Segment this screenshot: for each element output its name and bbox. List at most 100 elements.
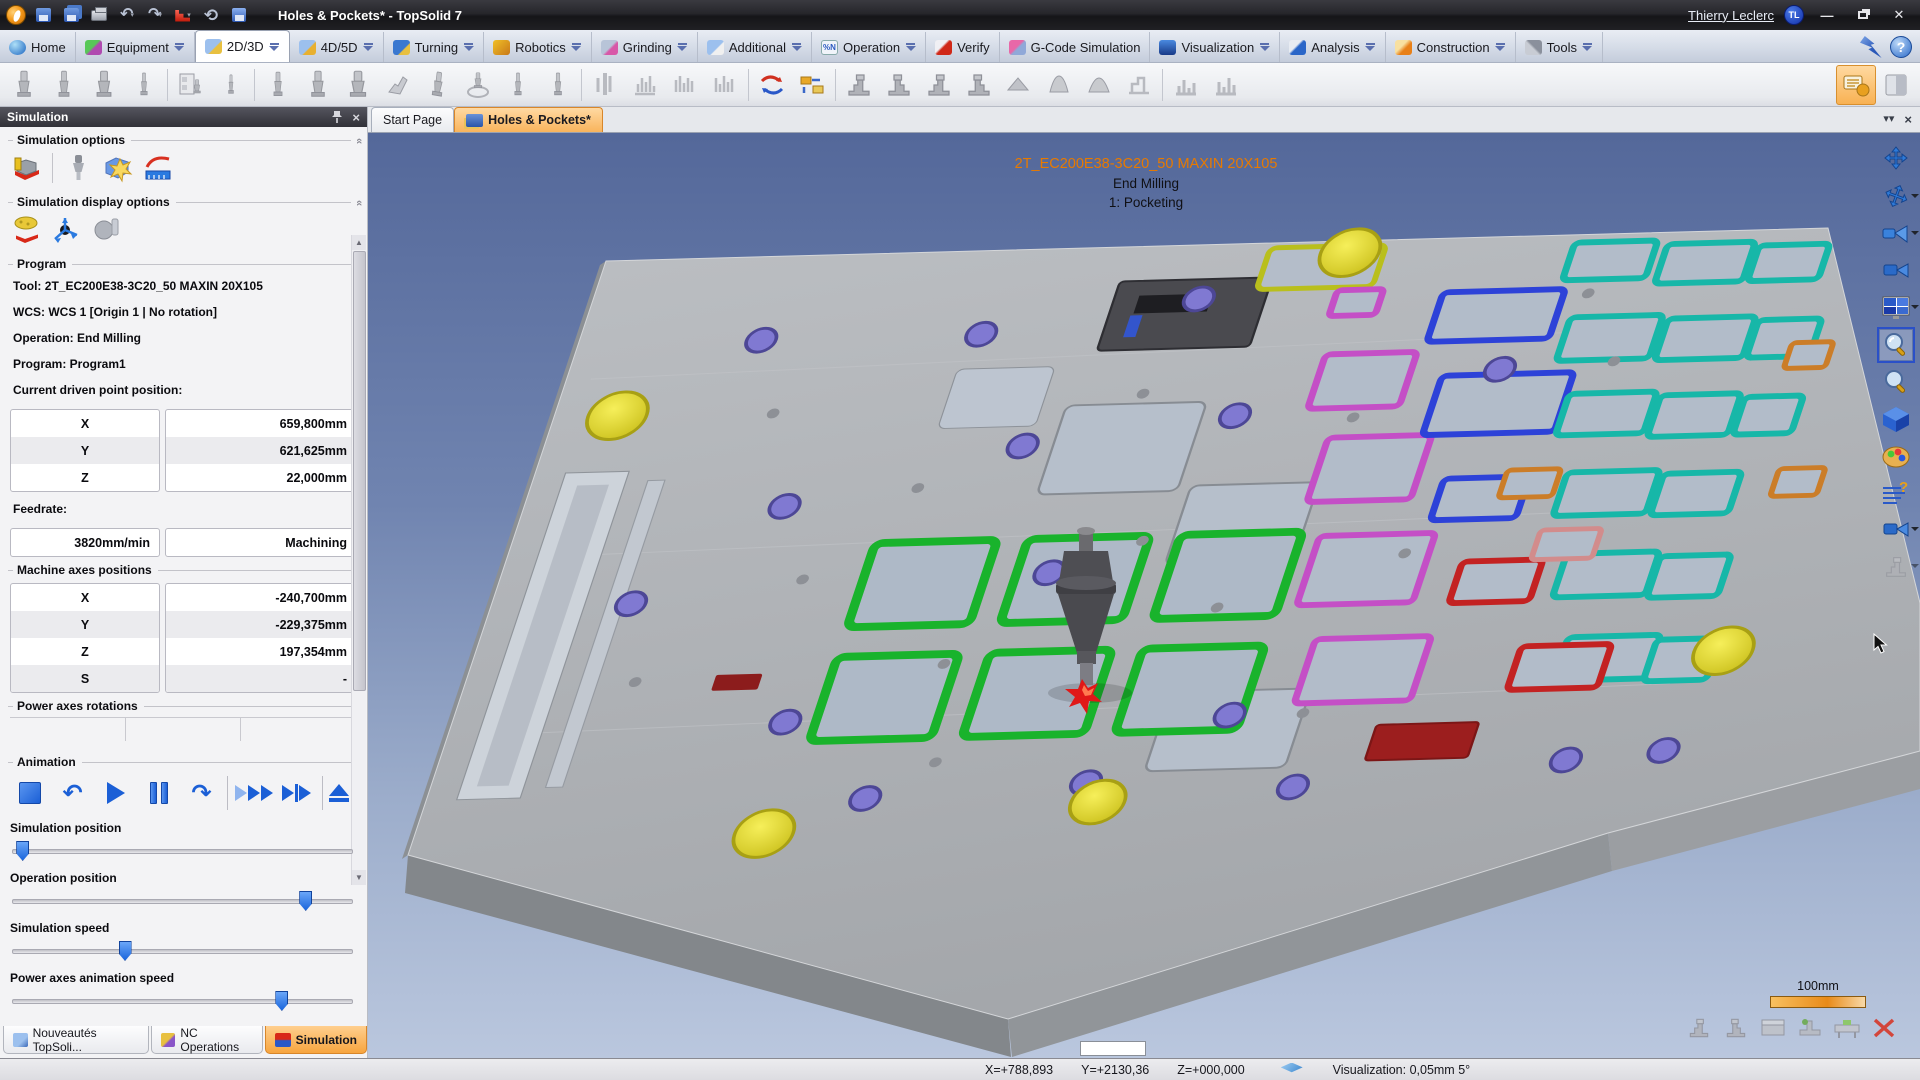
slider-thumb[interactable] (118, 941, 132, 961)
boring-op-icon[interactable] (84, 65, 124, 105)
side-panel-toggle-icon[interactable] (1876, 65, 1916, 105)
show-head-icon[interactable] (1722, 1015, 1750, 1041)
isometric-view-button[interactable] (1880, 404, 1912, 434)
tab-home[interactable]: Home (0, 32, 76, 62)
step-forward-button[interactable]: ↷ (182, 775, 221, 811)
collapse-icon[interactable]: « (353, 200, 365, 204)
scroll-down-icon[interactable]: ▼ (352, 870, 366, 885)
camera-button[interactable] (1880, 256, 1912, 286)
collapse-icon[interactable]: « (353, 138, 365, 142)
tab-2d3d[interactable]: 2D/3D (194, 30, 290, 62)
panel-close-icon[interactable]: × (352, 110, 360, 125)
simulation-active-button[interactable] (1836, 64, 1876, 105)
machine-display-button[interactable] (1880, 552, 1919, 582)
tab-tools[interactable]: Tools (1516, 32, 1603, 62)
tab-robotics[interactable]: Robotics (484, 32, 592, 62)
restore-button[interactable] (1850, 6, 1876, 24)
close-button[interactable]: ✕ (1886, 6, 1912, 24)
user-avatar[interactable]: TL (1784, 5, 1804, 25)
statistics-icon[interactable] (1166, 65, 1206, 105)
mini-field[interactable] (1080, 1041, 1146, 1056)
measure-simulation-icon[interactable] (143, 153, 173, 183)
spot-drill-icon[interactable] (211, 65, 251, 105)
tab-simulation[interactable]: Simulation (264, 1026, 367, 1054)
facing-op-icon[interactable] (338, 65, 378, 105)
visual-help-button[interactable]: ? (1880, 478, 1912, 508)
rewind-button[interactable]: ↶ (53, 775, 92, 811)
view-direction-button[interactable] (1880, 219, 1919, 249)
tab-nc-operations[interactable]: NC Operations (150, 1026, 263, 1054)
axes-display-icon[interactable] (52, 215, 82, 245)
drilling-op-icon[interactable] (4, 65, 44, 105)
save-all-button[interactable] (60, 5, 82, 25)
slider-thumb[interactable] (275, 991, 289, 1011)
compare-stock-icon[interactable] (1079, 65, 1119, 105)
zoom-button[interactable] (1880, 367, 1912, 397)
machine-simulation-mode-icon[interactable] (12, 153, 42, 183)
tab-nouveautes[interactable]: Nouveautés TopSoli... (3, 1026, 149, 1054)
tab-turning[interactable]: Turning (384, 32, 485, 62)
save-button[interactable] (32, 5, 54, 25)
tool-display-option-icon[interactable] (63, 153, 93, 183)
panel-scrollbar[interactable]: ▲ ▼ (351, 235, 366, 885)
manual-op-icon[interactable] (378, 65, 418, 105)
tab-operation[interactable]: %N Operation (812, 32, 927, 62)
wizard-icon[interactable] (1860, 36, 1882, 58)
redo-button[interactable]: ↷ ▾ (144, 5, 166, 25)
tab-list-icon[interactable]: ▾▾ (1883, 112, 1894, 127)
zoom-window-button[interactable] (1877, 327, 1915, 363)
contouring-op-icon[interactable] (298, 65, 338, 105)
tapping-op-icon[interactable] (44, 65, 84, 105)
render-style-button[interactable] (1880, 441, 1912, 471)
simulation-position-slider[interactable] (12, 839, 353, 863)
tab-verify[interactable]: Verify (926, 32, 1000, 62)
user-account-link[interactable]: Thierry Leclerc (1688, 8, 1774, 23)
reorder-operations-icon[interactable] (792, 65, 832, 105)
checkin-button[interactable] (228, 5, 250, 25)
swap-operations-icon[interactable] (752, 65, 792, 105)
camera-view-button[interactable] (1880, 515, 1919, 545)
topsolid-logo-icon[interactable] (6, 5, 26, 25)
close-document-icon[interactable]: × (1904, 112, 1912, 127)
turn-rough-icon[interactable] (585, 65, 625, 105)
verify-stock-icon[interactable] (999, 65, 1039, 105)
pause-button[interactable] (139, 775, 178, 811)
minimize-button[interactable]: — (1814, 6, 1840, 24)
scroll-thumb[interactable] (353, 251, 366, 691)
material-removal-icon[interactable] (12, 215, 42, 245)
tab-start-page[interactable]: Start Page (371, 107, 455, 132)
tab-visualization[interactable]: Visualization (1150, 32, 1281, 62)
eject-button[interactable] (329, 784, 349, 802)
tab-4d5d[interactable]: 4D/5D (290, 32, 384, 62)
simulation-speed-slider[interactable] (12, 939, 353, 963)
slot-op-icon[interactable] (538, 65, 578, 105)
simulate-toolpath-icon[interactable] (919, 65, 959, 105)
viewport-layout-button[interactable] (1880, 293, 1919, 323)
print-button[interactable] (88, 5, 110, 25)
power-axes-speed-slider[interactable] (12, 989, 353, 1013)
show-machine-icon[interactable] (1685, 1015, 1713, 1041)
operation-position-slider[interactable] (12, 889, 353, 913)
tab-construction[interactable]: Construction (1386, 32, 1516, 62)
turn-groove-icon[interactable] (625, 65, 665, 105)
simulate-part-icon[interactable] (959, 65, 999, 105)
scroll-up-icon[interactable]: ▲ (352, 235, 366, 250)
analyze-rest-icon[interactable] (1119, 65, 1159, 105)
hole-wizard-icon[interactable] (171, 65, 211, 105)
skip-to-end-button[interactable] (277, 775, 316, 811)
reaming-op-icon[interactable] (124, 65, 164, 105)
tab-additional[interactable]: Additional (698, 32, 812, 62)
refresh-button[interactable]: ⟲ (200, 5, 222, 25)
rotate-view-button[interactable] (1880, 182, 1919, 212)
pin-icon[interactable] (332, 111, 343, 123)
collision-marks-icon[interactable] (1870, 1015, 1898, 1041)
undo-button[interactable]: ↶ ▾ (116, 5, 138, 25)
show-table-icon[interactable] (1833, 1015, 1861, 1041)
simulation-stack-button[interactable]: ▾ (172, 5, 194, 25)
tool-holder-display-icon[interactable] (92, 215, 122, 245)
pan-button[interactable] (1880, 145, 1912, 175)
report-icon[interactable] (1206, 65, 1246, 105)
slider-thumb[interactable] (16, 841, 30, 861)
viewport-3d[interactable]: 2T_EC200E38-3C20_50 MAXIN 20X105 End Mil… (368, 133, 1920, 1058)
engraving-op-icon[interactable] (418, 65, 458, 105)
